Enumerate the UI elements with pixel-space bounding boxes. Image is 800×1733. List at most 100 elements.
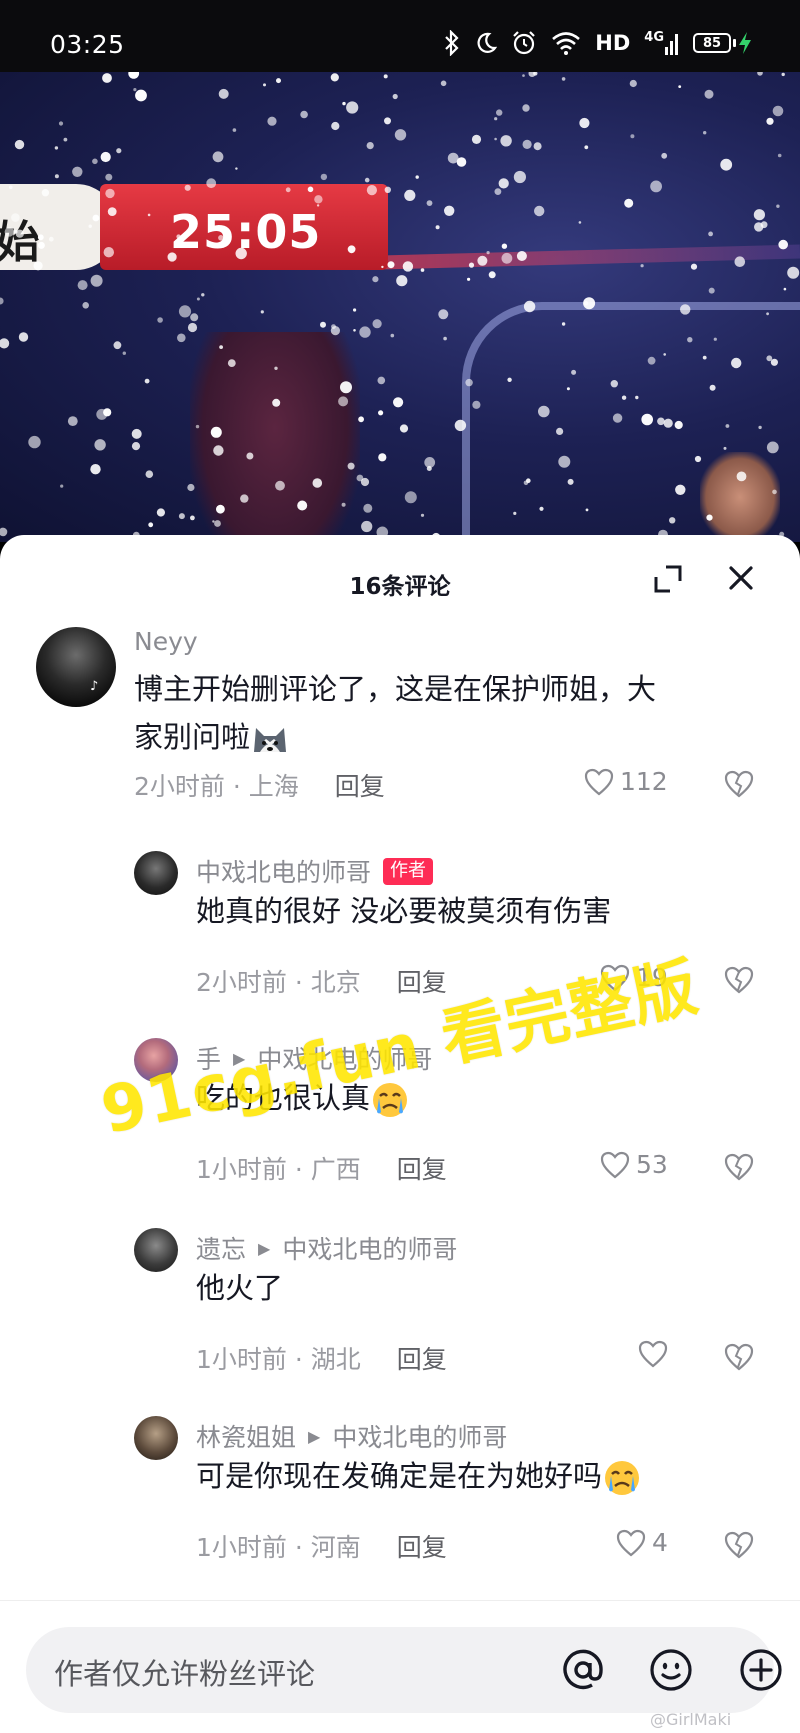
close-icon[interactable]	[724, 561, 758, 595]
snowflake	[675, 484, 686, 495]
at-icon[interactable]	[560, 1647, 606, 1693]
snowflake	[372, 319, 382, 329]
snowflake	[390, 333, 395, 338]
snowflake	[240, 494, 249, 503]
snowflake	[583, 297, 596, 310]
avatar[interactable]: ♪	[36, 627, 116, 707]
smile-icon[interactable]	[648, 1647, 694, 1693]
snowflake	[144, 378, 150, 384]
comment-author[interactable]: Neyy	[134, 627, 198, 656]
snowflake	[107, 207, 117, 217]
snowflake	[629, 79, 637, 88]
snowflake	[571, 369, 577, 375]
snowflake	[468, 262, 475, 268]
snowflake	[341, 502, 346, 507]
snowflake	[300, 110, 308, 119]
broken-heart-icon[interactable]	[724, 1530, 754, 1560]
snowflake	[28, 435, 41, 449]
reply-arrow-icon: ▶	[308, 1426, 321, 1446]
plus-icon[interactable]	[738, 1647, 784, 1693]
avatar[interactable]	[134, 1416, 178, 1460]
snowflake	[641, 413, 653, 426]
snowflake	[54, 174, 59, 179]
username[interactable]: 遗忘	[196, 1230, 246, 1266]
snowflake	[92, 158, 98, 165]
snowflake	[384, 117, 391, 125]
snowflake	[384, 186, 391, 193]
avatar[interactable]	[134, 1228, 178, 1272]
snowflake	[131, 442, 141, 451]
snowflake	[494, 137, 497, 141]
snowflake	[218, 235, 224, 241]
username[interactable]: 林瓷姐姐	[196, 1418, 296, 1454]
snowflake	[33, 261, 43, 271]
author-badge: 作者	[383, 857, 434, 885]
comment-author: 中戏北电的师哥 作者	[196, 853, 434, 889]
like-button[interactable]	[638, 1340, 674, 1368]
snowflake	[148, 522, 154, 528]
reply-button[interactable]: 回复	[397, 1528, 447, 1564]
video-player[interactable]: 始 25:05	[0, 72, 800, 542]
avatar[interactable]	[134, 851, 178, 895]
snowflake	[556, 427, 564, 435]
broken-heart-icon[interactable]	[724, 769, 754, 799]
snowflake	[500, 135, 512, 147]
broken-heart-icon[interactable]	[724, 1342, 754, 1372]
snowflake	[486, 251, 490, 255]
snowflake	[37, 241, 45, 249]
snowflake	[678, 85, 682, 88]
reply-arrow-icon: ▶	[258, 1238, 271, 1258]
snowflake	[454, 419, 467, 432]
reply-to-username[interactable]: 中戏北电的师哥	[282, 1230, 457, 1266]
snowflake	[443, 336, 447, 341]
snowflake	[404, 189, 416, 201]
crying-emoji	[605, 1461, 640, 1495]
snowflake	[754, 222, 764, 232]
snowflake	[276, 78, 281, 84]
comment-input[interactable]: 作者仅允许粉丝评论	[26, 1627, 782, 1713]
snowflake	[522, 139, 532, 149]
reply-button[interactable]: 回复	[397, 1340, 447, 1376]
snowflake	[420, 513, 425, 517]
snowflake	[346, 101, 359, 114]
snowflake	[663, 353, 666, 356]
snowflake	[772, 489, 777, 495]
expand-icon[interactable]	[652, 563, 684, 595]
username[interactable]: 中戏北电的师哥	[196, 853, 371, 889]
snowflake	[561, 77, 566, 81]
broken-heart-icon[interactable]	[724, 965, 754, 995]
snowflake	[218, 88, 229, 99]
snowflake	[67, 416, 78, 426]
snowflake	[0, 527, 8, 537]
username[interactable]: Neyy	[134, 627, 198, 656]
comment-time: 2小时前 · 上海	[134, 772, 299, 801]
snowflake	[612, 413, 623, 423]
snowflake	[702, 355, 707, 360]
snowflake	[680, 304, 691, 315]
snowflake	[4, 227, 14, 237]
snowflake	[235, 247, 247, 260]
snowflake	[72, 166, 83, 177]
broken-heart-icon[interactable]	[724, 1152, 754, 1182]
snowflake	[37, 234, 44, 241]
snowflake	[498, 178, 509, 189]
like-button[interactable]: 4	[616, 1528, 668, 1557]
comment-body: 他火了	[196, 1271, 284, 1305]
reply-button[interactable]: 回复	[397, 1150, 447, 1186]
snowflake	[731, 357, 742, 369]
snowflake	[501, 252, 513, 264]
snowflake	[657, 417, 665, 426]
snowflake	[766, 441, 779, 454]
like-button[interactable]: 53	[600, 1150, 668, 1179]
snowflake	[378, 410, 384, 416]
comment-time: 1小时前 · 广西	[196, 1155, 361, 1184]
snowflake	[60, 484, 64, 488]
snowflake	[558, 455, 571, 468]
snowflake	[187, 322, 198, 333]
like-button[interactable]: 112	[584, 767, 668, 796]
snowflake	[307, 186, 314, 193]
snowflake	[736, 471, 747, 482]
reply-button[interactable]: 回复	[335, 767, 385, 803]
reply-to-username[interactable]: 中戏北电的师哥	[332, 1418, 507, 1454]
snowflake	[320, 173, 328, 181]
